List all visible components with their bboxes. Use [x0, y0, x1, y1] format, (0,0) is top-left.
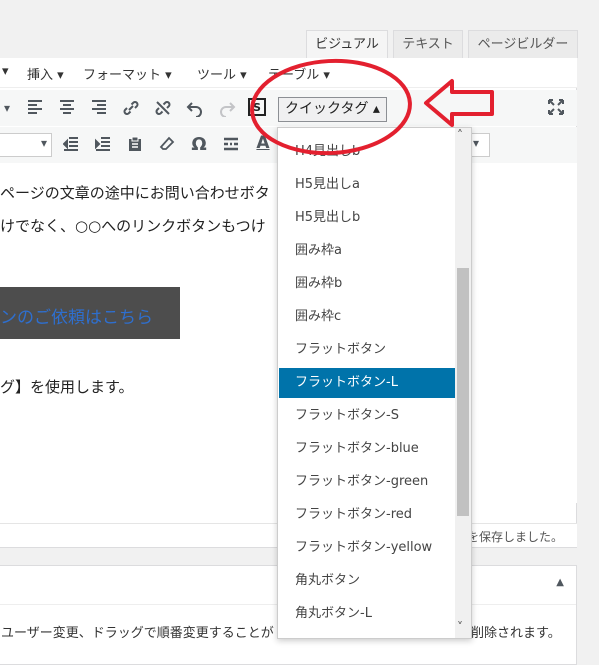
annotation-overlay [250, 58, 494, 156]
annotation-circle [250, 58, 412, 156]
annotation-arrow-icon [424, 79, 494, 127]
